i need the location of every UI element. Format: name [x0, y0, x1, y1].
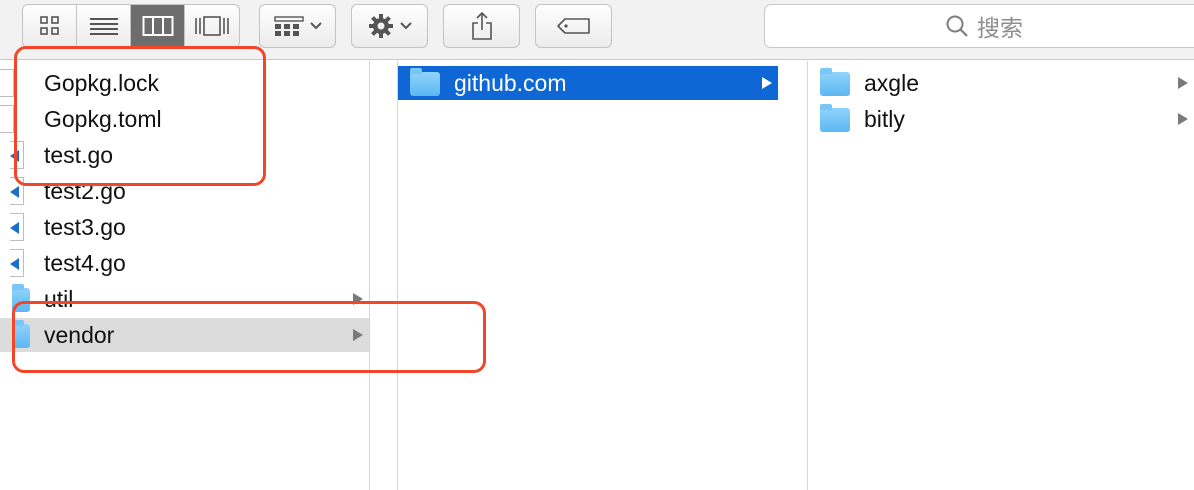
column-view-button[interactable] — [131, 5, 185, 47]
folder-name: github.com — [454, 69, 567, 96]
folder-icon — [820, 68, 850, 96]
folder-icon — [820, 104, 850, 132]
chevron-down-icon — [399, 22, 412, 30]
column-divider[interactable] — [369, 61, 370, 490]
disclosure-arrow-icon — [1178, 77, 1188, 89]
list-item[interactable]: test4.go — [0, 246, 369, 280]
go-file-icon — [10, 213, 24, 241]
share-button[interactable] — [443, 4, 520, 48]
column-divider[interactable] — [397, 61, 398, 490]
annotation-box — [12, 301, 486, 373]
folder-icon — [410, 68, 440, 96]
list-item-selected[interactable]: github.com — [398, 66, 778, 100]
go-file-icon — [10, 249, 24, 277]
browser-column-2: github.com — [398, 61, 778, 490]
file-name: test3.go — [44, 213, 126, 240]
file-name: test4.go — [44, 249, 126, 276]
disclosure-arrow-icon — [1178, 113, 1188, 125]
arrange-button[interactable] — [259, 4, 336, 48]
grid-arrange-icon — [273, 16, 304, 36]
view-mode-segmented-control — [22, 4, 240, 48]
list-view-icon — [89, 18, 118, 35]
column-view-icon — [142, 16, 173, 36]
browser-column-3: axgle bitly — [808, 61, 1194, 490]
cover-flow-view-button[interactable] — [185, 5, 239, 47]
list-item[interactable]: axgle — [808, 66, 1194, 100]
search-icon — [946, 15, 968, 37]
search-field[interactable]: 搜索 — [764, 4, 1194, 48]
cover-flow-icon — [195, 16, 229, 36]
document-icon — [0, 69, 14, 97]
share-icon — [471, 11, 492, 40]
disclosure-arrow-icon — [762, 77, 772, 89]
tags-button[interactable] — [535, 4, 612, 48]
list-item[interactable]: test3.go — [0, 210, 369, 244]
folder-name: bitly — [864, 105, 905, 132]
list-view-button[interactable] — [77, 5, 131, 47]
action-button[interactable] — [351, 4, 428, 48]
annotation-box — [14, 46, 266, 186]
icon-view-icon — [39, 16, 59, 35]
list-item[interactable]: bitly — [808, 102, 1194, 136]
gear-icon — [368, 14, 393, 38]
document-icon — [0, 105, 14, 133]
icon-view-button[interactable] — [23, 5, 77, 47]
chevron-down-icon — [309, 22, 322, 30]
folder-name: axgle — [864, 69, 919, 96]
tag-icon — [556, 18, 590, 34]
search-placeholder: 搜索 — [977, 16, 1023, 42]
